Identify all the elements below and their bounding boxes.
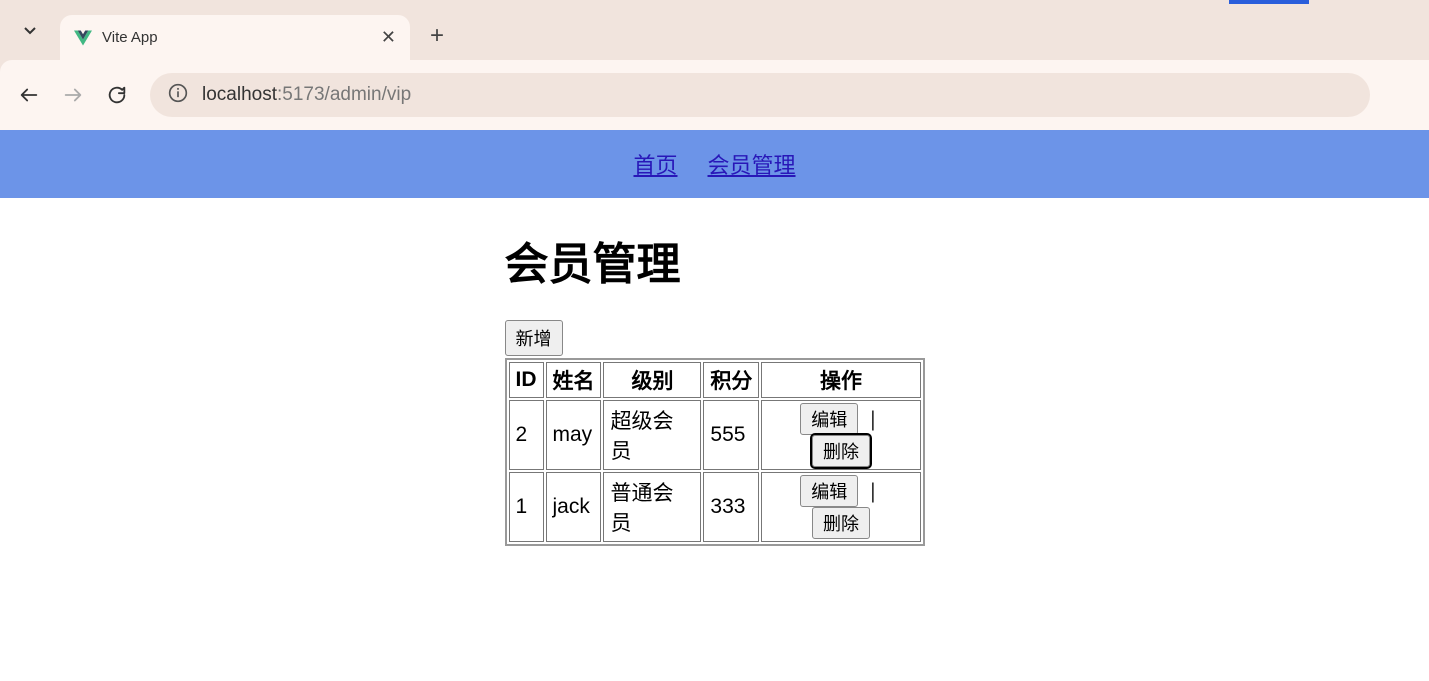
cell-id: 1 (509, 472, 544, 542)
col-points: 积分 (703, 362, 759, 398)
col-name: 姓名 (546, 362, 602, 398)
nav-link-home[interactable]: 首页 (633, 148, 677, 180)
toolbar-row: localhost:5173/admin/vip (0, 60, 1429, 130)
reload-icon (106, 84, 128, 106)
nav-link-vip[interactable]: 会员管理 (708, 148, 796, 180)
cell-points: 333 (703, 472, 759, 542)
address-bar[interactable]: localhost:5173/admin/vip (150, 73, 1370, 117)
arrow-right-icon (62, 84, 84, 106)
site-info-icon[interactable] (168, 83, 188, 108)
reload-button[interactable] (106, 84, 128, 106)
cell-points: 555 (703, 400, 759, 470)
table-row: 1 jack 普通会员 333 编辑 | 删除 (509, 472, 921, 542)
back-button[interactable] (18, 84, 40, 106)
browser-chrome: Vite App ✕ + localhost:5173/admin/vip (0, 0, 1429, 130)
cell-id: 2 (509, 400, 544, 470)
col-id: ID (509, 362, 544, 398)
member-table: ID 姓名 级别 积分 操作 2 may 超级会员 555 编辑 | 删除 1 (505, 358, 925, 546)
ops-separator: | (870, 408, 875, 432)
ops-separator: | (870, 480, 875, 504)
new-tab-button[interactable]: + (430, 22, 444, 50)
browser-tab[interactable]: Vite App ✕ (60, 15, 410, 60)
col-level: 级别 (603, 362, 701, 398)
tab-title: Vite App (102, 29, 371, 46)
add-button[interactable]: 新增 (505, 320, 563, 356)
main-content: 会员管理 新增 ID 姓名 级别 积分 操作 2 may 超级会员 555 编辑… (505, 228, 925, 546)
url-origin: localhost (202, 84, 277, 105)
arrow-left-icon (18, 84, 40, 106)
tab-row: Vite App ✕ + (0, 0, 1429, 60)
delete-button[interactable]: 删除 (812, 507, 870, 539)
cell-level: 超级会员 (603, 400, 701, 470)
chevron-down-icon (22, 22, 38, 38)
cell-level: 普通会员 (603, 472, 701, 542)
tab-list-button[interactable] (10, 10, 50, 50)
cell-ops: 编辑 | 删除 (761, 400, 920, 470)
table-header-row: ID 姓名 级别 积分 操作 (509, 362, 921, 398)
page-nav: 首页 会员管理 (0, 130, 1429, 198)
edit-button[interactable]: 编辑 (800, 475, 858, 507)
vue-icon (74, 30, 92, 46)
cell-ops: 编辑 | 删除 (761, 472, 920, 542)
loading-strip (1229, 0, 1309, 4)
table-row: 2 may 超级会员 555 编辑 | 删除 (509, 400, 921, 470)
page-title: 会员管理 (505, 228, 925, 292)
edit-button[interactable]: 编辑 (800, 403, 858, 435)
cell-name: may (546, 400, 602, 470)
close-tab-icon[interactable]: ✕ (381, 27, 396, 48)
delete-button[interactable]: 删除 (812, 435, 870, 467)
cell-name: jack (546, 472, 602, 542)
forward-button[interactable] (62, 84, 84, 106)
url-text: localhost:5173/admin/vip (202, 84, 411, 106)
col-ops: 操作 (761, 362, 920, 398)
url-path: :5173/admin/vip (277, 84, 411, 105)
